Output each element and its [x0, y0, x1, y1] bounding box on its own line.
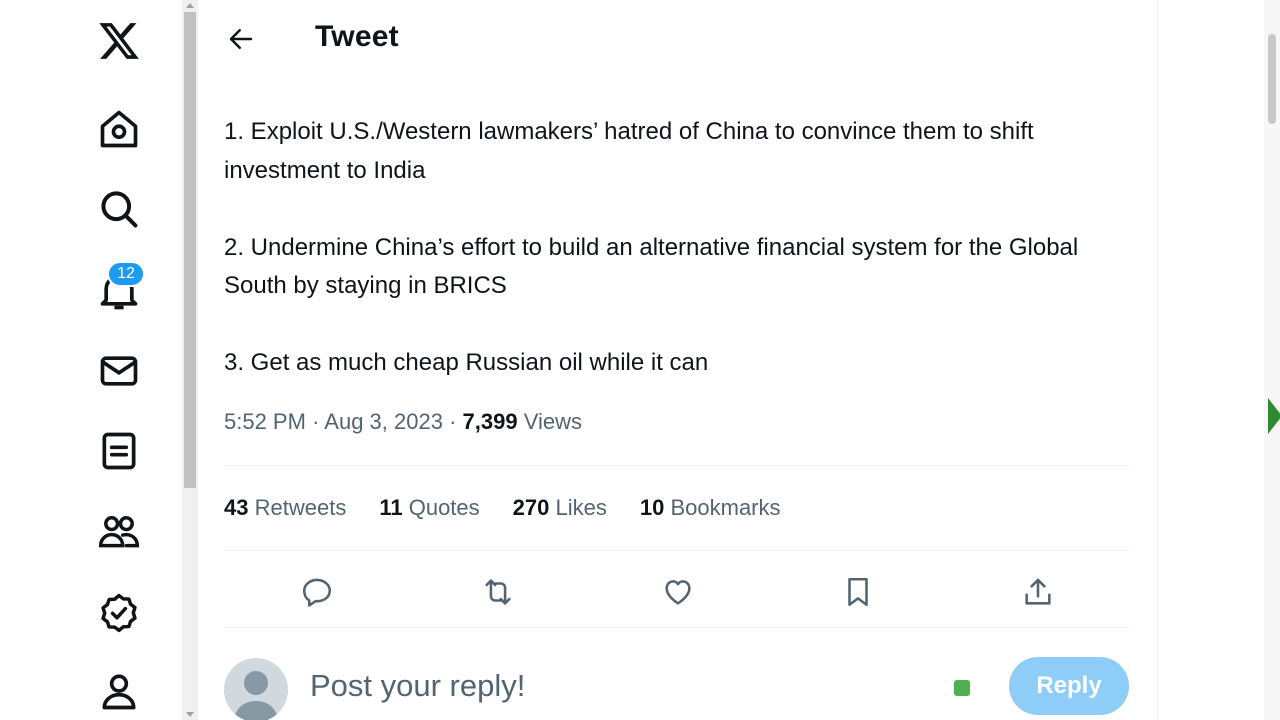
tweet-stats: 43 Retweets 11 Quotes 270 Likes 10 Bookm…: [224, 495, 814, 521]
like-icon[interactable]: [656, 570, 700, 614]
page-title: Tweet: [315, 20, 399, 53]
retweet-icon[interactable]: [476, 570, 520, 614]
communities-icon[interactable]: [94, 506, 144, 556]
left-scrollbar[interactable]: [182, 0, 198, 720]
retweets-stat[interactable]: 43 Retweets: [224, 495, 346, 521]
notifications-badge: 12: [107, 261, 145, 287]
tweet-meta: 5:52 PM · Aug 3, 2023 · 7,399 Views: [224, 409, 583, 434]
views-count: 7,399: [462, 409, 518, 434]
bookmark-icon[interactable]: [836, 570, 880, 614]
likes-stat[interactable]: 270 Likes: [513, 495, 607, 521]
scroll-up-arrow[interactable]: [186, 3, 194, 8]
default-avatar-icon: [234, 671, 278, 720]
scrollbar-thumb[interactable]: [1268, 34, 1276, 124]
main-column: Tweet 1. Exploit U.S./Western lawmakers’…: [198, 0, 1158, 720]
status-indicator-icon: [954, 680, 970, 696]
lists-icon[interactable]: [94, 426, 144, 476]
tweet-date[interactable]: Aug 3, 2023: [324, 409, 443, 434]
x-logo-icon[interactable]: [94, 16, 144, 66]
bookmarks-stat[interactable]: 10 Bookmarks: [640, 495, 781, 521]
mouse-cursor-icon: [1268, 398, 1280, 434]
reply-input[interactable]: [310, 664, 910, 708]
avatar[interactable]: [224, 658, 288, 720]
quotes-stat[interactable]: 11 Quotes: [379, 495, 479, 521]
search-icon[interactable]: [94, 184, 144, 234]
page-header: Tweet: [198, 0, 1158, 76]
divider: [224, 627, 1130, 628]
divider: [224, 550, 1130, 551]
tweet-actions: [198, 566, 1158, 614]
reply-icon[interactable]: [295, 570, 339, 614]
tweet-paragraph-3: 3. Get as much cheap Russian oil while i…: [224, 349, 709, 376]
profile-icon[interactable]: [94, 666, 144, 716]
share-icon[interactable]: [1016, 570, 1060, 614]
tweet-text: 1. Exploit U.S./Western lawmakers’ hatre…: [224, 113, 1124, 383]
scrollbar-thumb[interactable]: [184, 12, 196, 488]
verified-icon[interactable]: [94, 588, 144, 638]
tweet-paragraph-1: 1. Exploit U.S./Western lawmakers’ hatre…: [224, 118, 1034, 184]
side-nav: 12: [0, 0, 182, 720]
divider: [224, 465, 1130, 466]
reply-button[interactable]: Reply: [1009, 657, 1129, 715]
tweet-time[interactable]: 5:52 PM: [224, 409, 306, 434]
messages-icon[interactable]: [94, 346, 144, 396]
back-button[interactable]: [222, 20, 260, 58]
tweet-paragraph-2: 2. Undermine China’s effort to build an …: [224, 233, 1079, 300]
home-icon[interactable]: [94, 104, 144, 154]
views-label: Views: [523, 409, 583, 434]
back-arrow-icon: [229, 29, 253, 49]
reply-composer: Reply: [198, 650, 1158, 720]
right-scrollbar[interactable]: [1264, 0, 1280, 720]
scroll-down-arrow[interactable]: [186, 712, 194, 717]
